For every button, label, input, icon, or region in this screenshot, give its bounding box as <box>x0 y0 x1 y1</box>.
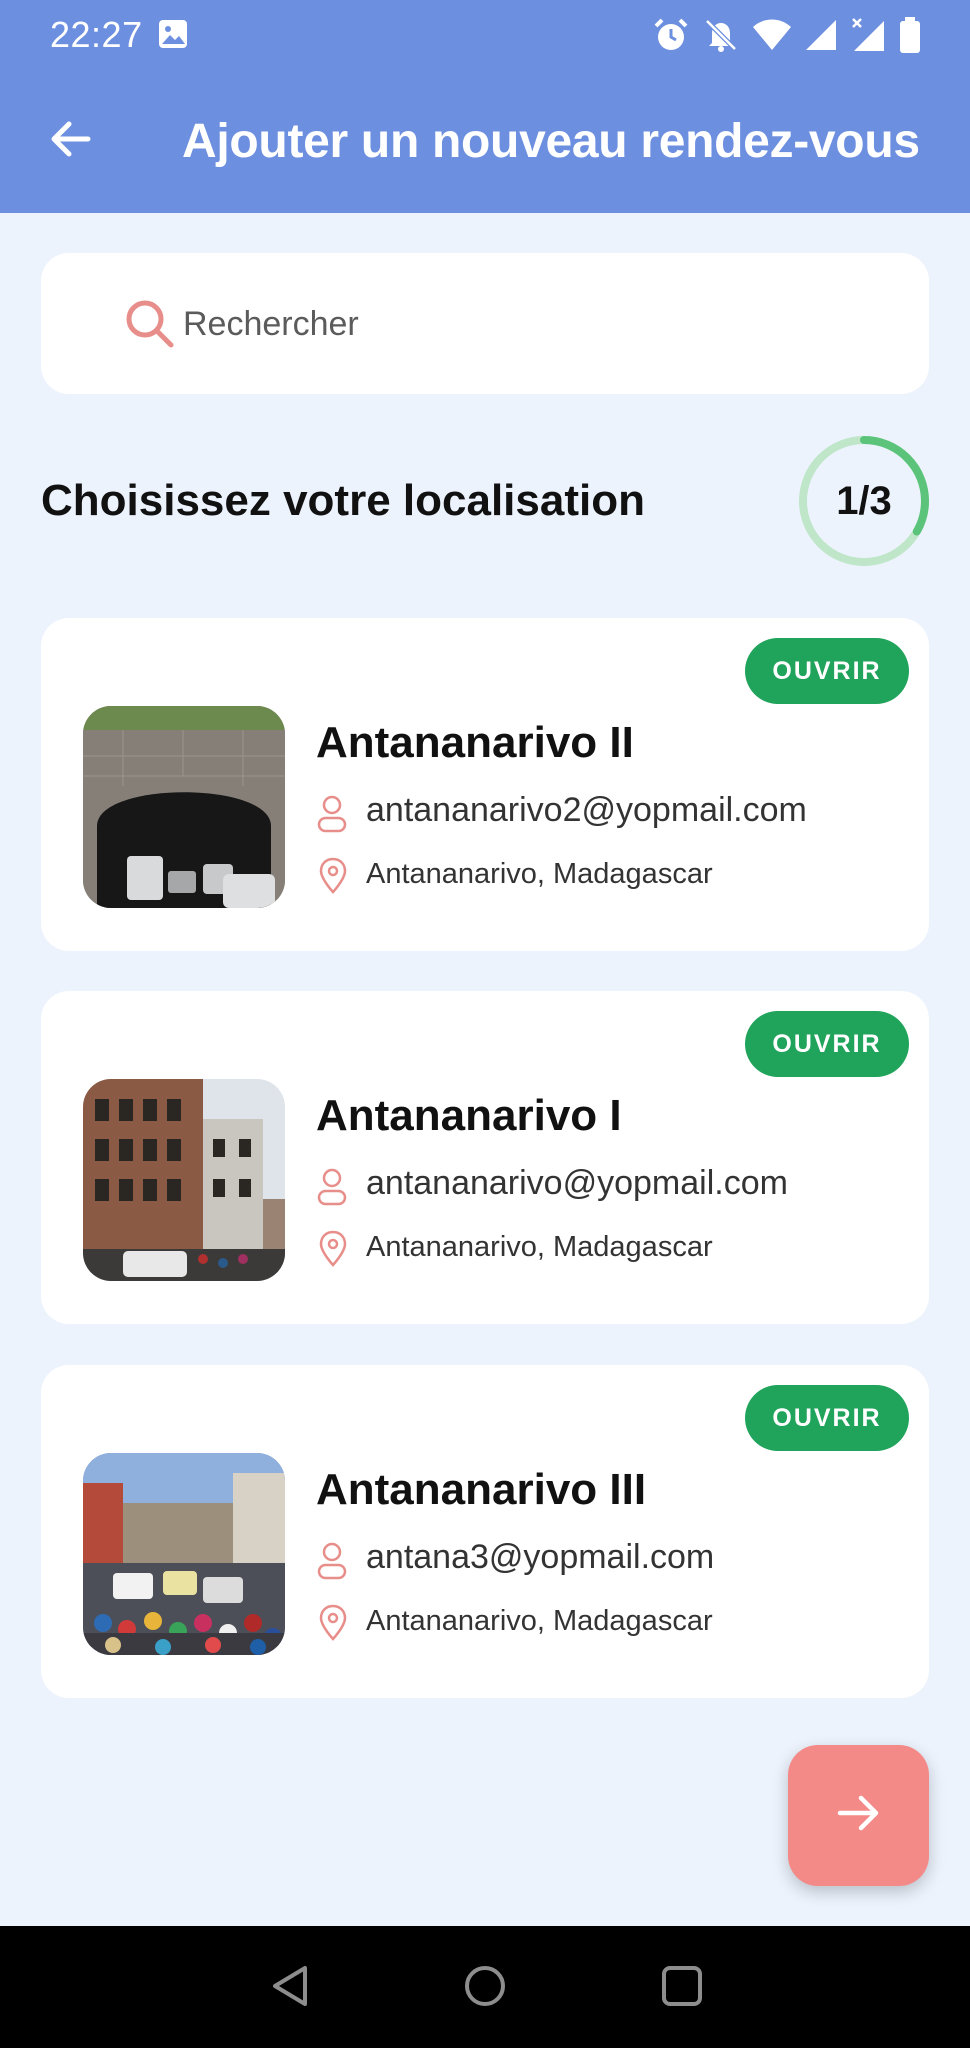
image-icon <box>158 19 188 54</box>
status-badge[interactable]: OUVRIR <box>745 1385 909 1451</box>
location-pin-icon <box>318 1230 348 1273</box>
location-name: Antananarivo I <box>316 1091 622 1140</box>
nav-back-icon <box>267 1963 313 2014</box>
nav-home-button[interactable] <box>457 1960 513 2016</box>
status-badge[interactable]: OUVRIR <box>745 638 909 704</box>
arrow-right-icon <box>834 1788 884 1843</box>
status-icons <box>652 16 922 59</box>
step-counter: 1/3 <box>836 478 892 523</box>
alarm-icon <box>652 16 690 59</box>
section-title: Choisissez votre localisation <box>41 476 645 525</box>
wifi-icon <box>752 18 792 57</box>
location-email: antananarivo2@yopmail.com <box>366 791 807 829</box>
location-address: Antananarivo, Madagascar <box>366 1231 713 1263</box>
location-photo <box>83 706 285 908</box>
location-card[interactable]: OUVRIR Antananarivo I antananarivo@yopma… <box>41 991 929 1324</box>
battery-icon <box>898 16 922 59</box>
arrow-left-icon <box>48 116 94 167</box>
location-pin-icon <box>318 857 348 900</box>
user-icon <box>316 794 348 839</box>
location-photo <box>83 1453 285 1655</box>
location-email: antana3@yopmail.com <box>366 1538 715 1576</box>
app-bar: Ajouter un nouveau rendez-vous <box>0 70 970 213</box>
status-badge[interactable]: OUVRIR <box>745 1011 909 1077</box>
status-time: 22:27 <box>50 14 143 55</box>
location-email: antananarivo@yopmail.com <box>366 1164 788 1202</box>
signal-x-icon <box>850 17 886 58</box>
user-icon <box>316 1541 348 1586</box>
nav-home-icon <box>462 1963 508 2014</box>
location-card[interactable]: OUVRIR Antananarivo III antana3@yopmail.… <box>41 1365 929 1698</box>
next-button[interactable] <box>788 1745 929 1886</box>
user-icon <box>316 1167 348 1212</box>
signal-icon <box>804 18 838 57</box>
bell-off-icon <box>702 16 740 59</box>
location-photo <box>83 1079 285 1281</box>
nav-recents-button[interactable] <box>654 1960 710 2016</box>
location-name: Antananarivo III <box>316 1465 647 1514</box>
location-address: Antananarivo, Madagascar <box>366 1605 713 1637</box>
system-nav-bar <box>0 1926 970 2048</box>
location-name: Antananarivo II <box>316 718 634 767</box>
nav-back-button[interactable] <box>262 1960 318 2016</box>
search-input[interactable] <box>181 293 885 355</box>
search-icon <box>123 297 177 356</box>
location-pin-icon <box>318 1604 348 1647</box>
search-box[interactable] <box>41 253 929 394</box>
location-address: Antananarivo, Madagascar <box>366 858 713 890</box>
location-card[interactable]: OUVRIR Antananarivo II antananarivo2@yop… <box>41 618 929 951</box>
status-bar: 22:27 <box>0 0 970 70</box>
nav-recents-icon <box>659 1963 705 2014</box>
page-title: Ajouter un nouveau rendez-vous <box>182 115 920 168</box>
back-button[interactable] <box>40 110 102 172</box>
